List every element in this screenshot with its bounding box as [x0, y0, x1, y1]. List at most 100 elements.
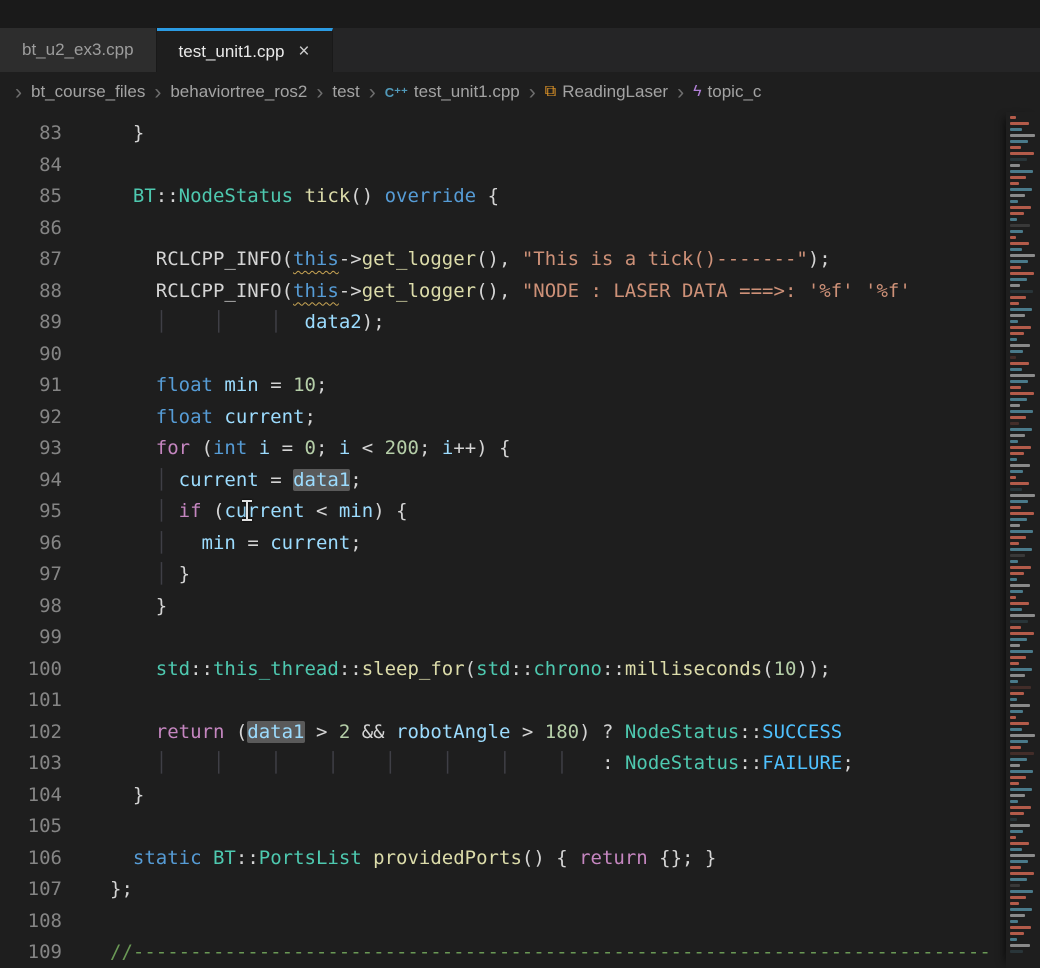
minimap-line: [1010, 488, 1022, 491]
editor-lines[interactable]: 83 }8485 BT::NodeStatus tick() override …: [0, 112, 1006, 968]
minimap-line: [1010, 824, 1030, 827]
chevron-right-icon: ›: [668, 82, 693, 103]
breadcrumb-item-behaviortree_ros2[interactable]: behaviortree_ros2: [170, 82, 307, 102]
code-text: }: [62, 118, 144, 150]
minimap-line: [1010, 470, 1023, 473]
minimap-line: [1010, 458, 1017, 461]
minimap-line: [1010, 782, 1019, 785]
code-editor[interactable]: 83 }8485 BT::NodeStatus tick() override …: [0, 112, 1040, 968]
code-line-86[interactable]: 86: [0, 213, 1006, 245]
breadcrumb-item-ReadingLaser[interactable]: ⧉ReadingLaser: [545, 82, 668, 102]
code-line-91[interactable]: 91 float min = 10;: [0, 370, 1006, 402]
code-text: │ │ │ data2);: [62, 307, 385, 339]
minimap-line: [1010, 638, 1027, 641]
minimap-line: [1010, 446, 1031, 449]
tab-close-icon[interactable]: ×: [298, 42, 309, 61]
code-text: RCLCPP_INFO(this->get_logger(), "This is…: [62, 244, 831, 276]
minimap-line: [1010, 752, 1034, 755]
minimap-line: [1010, 794, 1025, 797]
line-number: 86: [0, 213, 62, 245]
indent-guide: │: [385, 752, 396, 774]
code-line-109[interactable]: 109//-----------------------------------…: [0, 937, 1006, 968]
code-line-96[interactable]: 96 │ min = current;: [0, 528, 1006, 560]
line-number: 105: [0, 811, 62, 843]
code-line-103[interactable]: 103 │ │ │ │ │ │ │ │ : NodeStatus::FAILUR…: [0, 748, 1006, 780]
breadcrumb-item-topic_c[interactable]: ϟtopic_c: [693, 82, 761, 102]
class-icon: ⧉: [545, 84, 556, 100]
minimap-line: [1010, 896, 1026, 899]
tab-label: test_unit1.cpp: [179, 42, 285, 62]
minimap-line: [1010, 710, 1023, 713]
line-number: 97: [0, 559, 62, 591]
minimap-line: [1010, 518, 1027, 521]
minimap-line: [1010, 158, 1027, 161]
code-line-101[interactable]: 101: [0, 685, 1006, 717]
minimap-line: [1010, 326, 1031, 329]
code-line-100[interactable]: 100 std::this_thread::sleep_for(std::chr…: [0, 654, 1006, 686]
minimap-line: [1010, 812, 1024, 815]
breadcrumb-item-test_unit1.cpp[interactable]: C⁺⁺test_unit1.cpp: [385, 82, 520, 102]
code-text: float min = 10;: [62, 370, 327, 402]
line-number: 85: [0, 181, 62, 213]
code-line-106[interactable]: 106 static BT::PortsList providedPorts()…: [0, 843, 1006, 875]
code-line-105[interactable]: 105: [0, 811, 1006, 843]
minimap-line: [1010, 248, 1022, 251]
minimap[interactable]: [1006, 112, 1040, 968]
code-line-98[interactable]: 98 }: [0, 591, 1006, 623]
tab-test_unit1.cpp[interactable]: test_unit1.cpp ×: [157, 28, 333, 72]
minimap-line: [1010, 350, 1023, 353]
line-number: 106: [0, 843, 62, 875]
indent-guide: │: [213, 311, 224, 333]
minimap-line: [1010, 434, 1025, 437]
minimap-line: [1010, 884, 1020, 887]
code-line-93[interactable]: 93 for (int i = 0; i < 200; i++) {: [0, 433, 1006, 465]
minimap-line: [1010, 584, 1030, 587]
code-line-87[interactable]: 87 RCLCPP_INFO(this->get_logger(), "This…: [0, 244, 1006, 276]
minimap-line: [1010, 194, 1025, 197]
code-line-102[interactable]: 102 return (data1 > 2 && robotAngle > 18…: [0, 717, 1006, 749]
line-number: 101: [0, 685, 62, 717]
code-text: [62, 339, 110, 371]
code-line-92[interactable]: 92 float current;: [0, 402, 1006, 434]
code-line-90[interactable]: 90: [0, 339, 1006, 371]
minimap-line: [1010, 224, 1030, 227]
tab-bt_u2_ex3.cpp[interactable]: bt_u2_ex3.cpp: [0, 28, 157, 72]
minimap-line: [1010, 494, 1035, 497]
indent-guide: │: [156, 752, 167, 774]
code-text: std::this_thread::sleep_for(std::chrono:…: [62, 654, 831, 686]
code-line-89[interactable]: 89 │ │ │ data2);: [0, 307, 1006, 339]
line-number: 92: [0, 402, 62, 434]
minimap-line: [1010, 668, 1032, 671]
minimap-line: [1010, 590, 1023, 593]
minimap-line: [1010, 662, 1019, 665]
minimap-line: [1010, 656, 1026, 659]
minimap-line: [1010, 800, 1018, 803]
minimap-line: [1010, 410, 1033, 413]
minimap-line: [1010, 278, 1027, 281]
code-line-94[interactable]: 94 │ current = data1;: [0, 465, 1006, 497]
minimap-line: [1010, 944, 1030, 947]
code-line-97[interactable]: 97 │ }: [0, 559, 1006, 591]
indent-guide: │: [556, 752, 567, 774]
breadcrumb-item-test[interactable]: test: [332, 82, 359, 102]
minimap-line: [1010, 764, 1020, 767]
minimap-line: [1010, 938, 1017, 941]
minimap-line: [1010, 404, 1020, 407]
code-line-85[interactable]: 85 BT::NodeStatus tick() override {: [0, 181, 1006, 213]
code-text: }: [62, 591, 167, 623]
code-text: [62, 150, 110, 182]
code-line-83[interactable]: 83 }: [0, 118, 1006, 150]
code-line-108[interactable]: 108: [0, 906, 1006, 938]
minimap-line: [1010, 260, 1028, 263]
code-line-88[interactable]: 88 RCLCPP_INFO(this->get_logger(), "NODE…: [0, 276, 1006, 308]
minimap-line: [1010, 848, 1022, 851]
minimap-line: [1010, 242, 1029, 245]
code-line-95[interactable]: 95 │ if (current < min) {: [0, 496, 1006, 528]
breadcrumb-item-bt_course_files[interactable]: bt_course_files: [31, 82, 145, 102]
minimap-line: [1010, 536, 1026, 539]
code-line-84[interactable]: 84: [0, 150, 1006, 182]
code-line-99[interactable]: 99: [0, 622, 1006, 654]
title-bar: [0, 0, 1040, 28]
code-line-107[interactable]: 107};: [0, 874, 1006, 906]
code-line-104[interactable]: 104 }: [0, 780, 1006, 812]
